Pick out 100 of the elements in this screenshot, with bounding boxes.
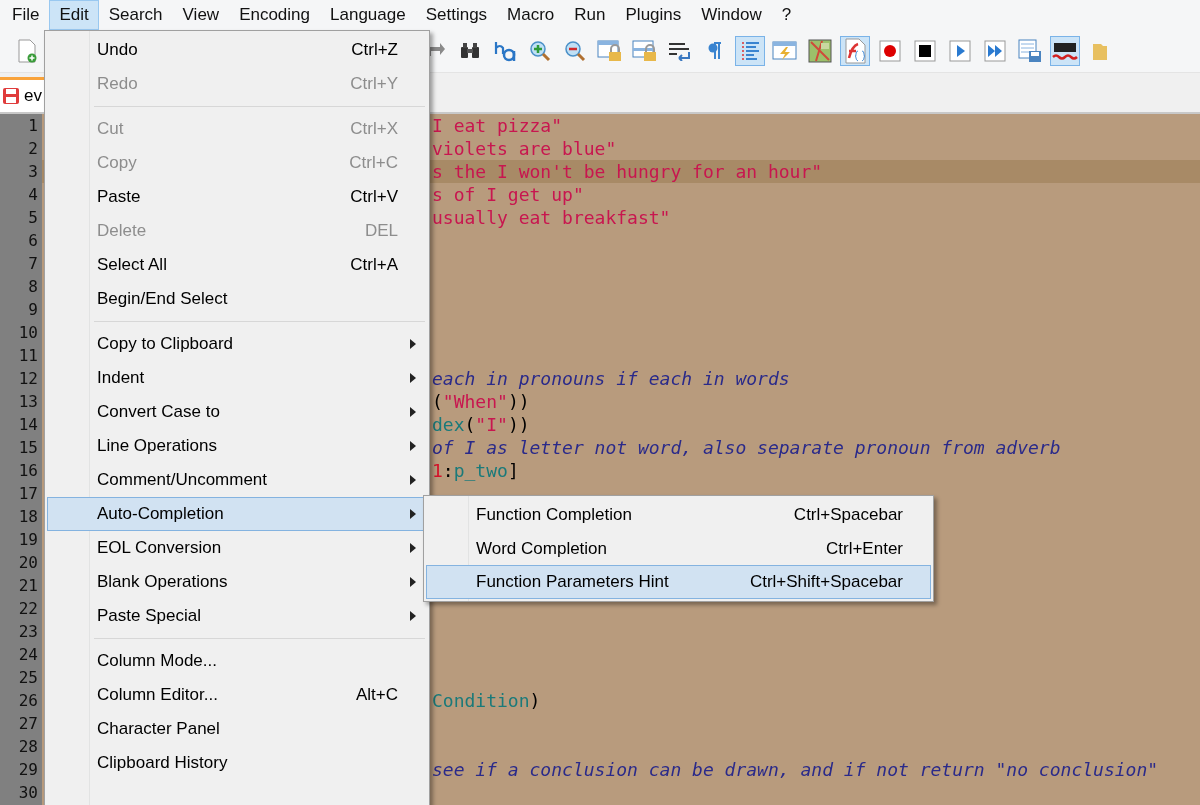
- menu-item[interactable]: Begin/End Select: [47, 282, 427, 316]
- line-number: 17: [17, 483, 39, 505]
- menu-bar-item[interactable]: Encoding: [229, 0, 320, 30]
- menu-item[interactable]: Clipboard History: [47, 746, 427, 780]
- menu-bar-item[interactable]: Edit: [49, 0, 99, 30]
- tab-title: ev: [24, 86, 42, 106]
- menu-item[interactable]: Column Editor... Alt+C: [47, 678, 427, 712]
- indent-guide-icon: [739, 40, 761, 62]
- line-number: 20: [17, 552, 39, 574]
- submenu-arrow-icon: [410, 475, 416, 485]
- code-text: s of I get up": [432, 184, 584, 205]
- submenu-arrow-icon: [410, 407, 416, 417]
- line-number: 28: [17, 736, 39, 758]
- replace-icon: [493, 39, 517, 63]
- submenu-arrow-icon: [410, 611, 416, 621]
- menu-bar-item[interactable]: View: [172, 0, 230, 30]
- pilcrow-icon: [707, 41, 723, 61]
- fast-forward-icon: [984, 40, 1006, 62]
- line-number: 9: [27, 299, 39, 321]
- function-list-icon: [843, 38, 867, 64]
- line-number: 25: [17, 667, 39, 689]
- word-wrap-icon: [667, 41, 693, 61]
- menu-item[interactable]: Convert Case to: [47, 395, 427, 429]
- menu-item[interactable]: Line Operations: [47, 429, 427, 463]
- menu-bar-item[interactable]: Window: [691, 0, 772, 30]
- code-text: usually eat breakfast": [432, 207, 671, 228]
- sync-scroll-vertical-icon: [597, 39, 623, 63]
- line-number: 5: [27, 207, 39, 229]
- line-number: 29: [17, 759, 39, 781]
- line-number: 16: [17, 460, 39, 482]
- menu-bar-item[interactable]: Plugins: [615, 0, 692, 30]
- line-number: 1: [27, 115, 39, 137]
- menu-item[interactable]: Column Mode...: [47, 644, 427, 678]
- spell-check-icon: [1052, 40, 1078, 62]
- save-macro-icon: [1018, 39, 1042, 63]
- menu-item[interactable]: Character Panel: [47, 712, 427, 746]
- menu-item[interactable]: Paste Ctrl+V: [47, 180, 427, 214]
- line-number: 15: [17, 437, 39, 459]
- line-number: 19: [17, 529, 39, 551]
- menu-bar-item[interactable]: Settings: [415, 0, 498, 30]
- line-number: 2: [27, 138, 39, 160]
- new-file-icon: [17, 39, 37, 63]
- line-number: 11: [17, 345, 39, 367]
- submenu-arrow-icon: [410, 441, 416, 451]
- menu-item[interactable]: Function Completion Ctrl+Spacebar: [426, 498, 931, 532]
- zoom-in-icon: [529, 40, 551, 62]
- sync-scroll-horizontal-icon: [632, 39, 658, 63]
- line-number: 14: [17, 414, 39, 436]
- submenu-arrow-icon: [410, 577, 416, 587]
- submenu-arrow-icon: [410, 339, 416, 349]
- line-number: 23: [17, 621, 39, 643]
- code-text: dex("I")): [432, 414, 530, 435]
- code-text: Condition): [432, 690, 541, 711]
- code-text: see if a conclusion can be drawn, and if not return "no conclusion": [432, 759, 1159, 780]
- line-number: 18: [17, 506, 39, 528]
- unsaved-file-icon: [2, 87, 20, 105]
- menu-item[interactable]: Comment/Uncomment: [47, 463, 427, 497]
- code-text: each in pronouns if each in words: [432, 368, 790, 389]
- menu-item[interactable]: Word Completion Ctrl+Enter: [426, 531, 931, 566]
- toolbar-button[interactable]: [1050, 36, 1080, 66]
- line-number: 10: [17, 322, 39, 344]
- menu-item[interactable]: EOL Conversion: [47, 531, 427, 565]
- line-number: 21: [17, 575, 39, 597]
- line-number: 24: [17, 644, 39, 666]
- code-text: of I as letter not word, also separate pronoun from adverb: [432, 437, 1061, 458]
- line-number: 4: [27, 184, 39, 206]
- menu-item[interactable]: Indent: [47, 361, 427, 395]
- menu-bar-item[interactable]: Search: [98, 0, 173, 30]
- code-text: 1:p_two]: [432, 460, 519, 481]
- binoculars-icon: [459, 41, 481, 61]
- code-text: ("When")): [432, 391, 530, 412]
- line-number: 27: [17, 713, 39, 735]
- menu-bar-item[interactable]: Macro: [497, 0, 565, 30]
- stop-icon: [914, 40, 936, 62]
- play-icon: [949, 40, 971, 62]
- code-text: s the I won't be hungry for an hour": [432, 161, 823, 182]
- line-number: 7: [27, 253, 39, 275]
- zoom-out-icon: [564, 40, 586, 62]
- menu-bar-item[interactable]: Run: [564, 0, 616, 30]
- menu-bar-item[interactable]: Language: [320, 0, 416, 30]
- menu-item[interactable]: Copy to Clipboard: [47, 327, 427, 361]
- line-number: 26: [17, 690, 39, 712]
- submenu-arrow-icon: [410, 543, 416, 553]
- record-icon: [879, 40, 901, 62]
- menu-item[interactable]: Blank Operations: [47, 565, 427, 599]
- lightning-window-icon: [772, 40, 798, 62]
- line-number: 12: [17, 368, 39, 390]
- menu-bar-item[interactable]: File: [2, 0, 50, 30]
- line-number: 22: [17, 598, 39, 620]
- menu-item[interactable]: Select All Ctrl+A: [47, 248, 427, 282]
- menu-item[interactable]: Paste Special: [47, 599, 427, 633]
- line-number: 30: [17, 782, 39, 804]
- line-number: 6: [27, 230, 39, 252]
- menu-bar-item[interactable]: ?: [771, 0, 802, 30]
- line-number: 8: [27, 276, 39, 298]
- submenu-arrow-icon: [410, 509, 416, 519]
- line-number: 3: [27, 161, 39, 183]
- menu-item[interactable]: Function Parameters Hint Ctrl+Shift+Spacebar: [426, 565, 931, 599]
- line-number: 13: [17, 391, 39, 413]
- code-text: I eat pizza": [432, 115, 563, 136]
